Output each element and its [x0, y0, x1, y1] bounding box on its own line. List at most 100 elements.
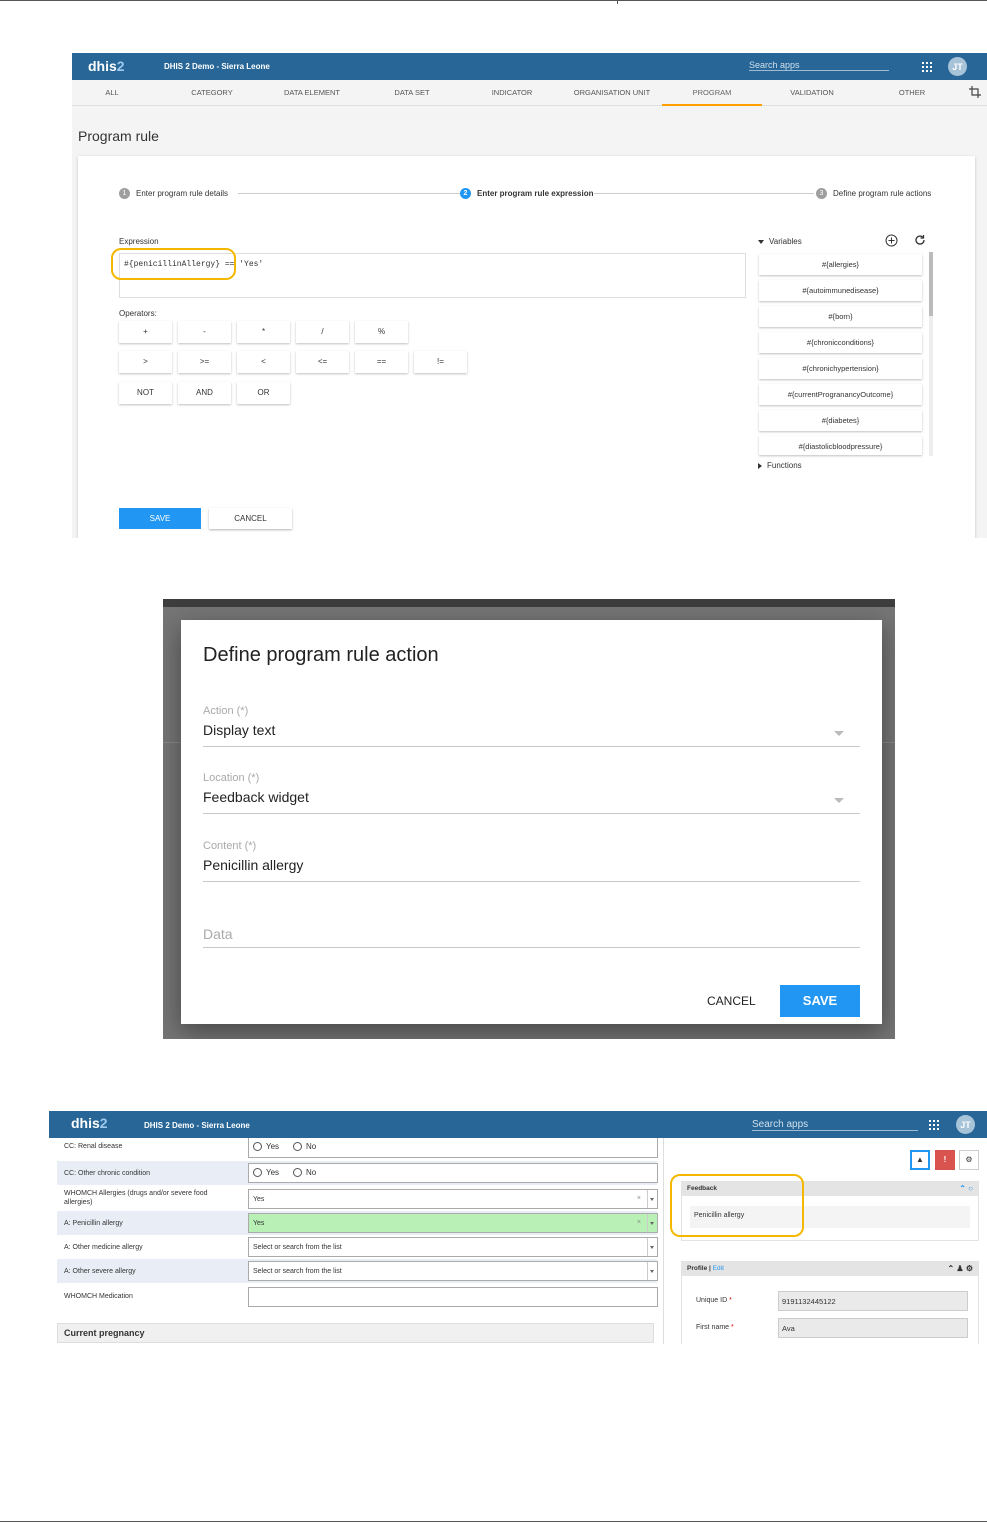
collapse-icon[interactable]: ⌃ ○: [959, 1184, 973, 1193]
maintenance-tabs: ALL CATEGORY DATA ELEMENT DATA SET INDIC…: [72, 80, 987, 106]
step-connector: [238, 193, 460, 194]
caret-right-icon: [758, 462, 762, 469]
tab-validation[interactable]: VALIDATION: [762, 80, 862, 106]
highlight-ring: [670, 1174, 804, 1237]
data-label: Data: [203, 926, 233, 942]
tab-data-element[interactable]: DATA ELEMENT: [262, 80, 362, 106]
variables-label: Variables: [769, 237, 802, 246]
first-name-value[interactable]: Ava: [778, 1318, 968, 1338]
operator-modulo-button[interactable]: %: [355, 321, 408, 343]
data-field[interactable]: Data: [203, 926, 860, 948]
underline: [203, 746, 860, 747]
tab-organisation-unit[interactable]: ORGANISATION UNIT: [562, 80, 662, 106]
alert-icon[interactable]: !: [935, 1150, 955, 1170]
operator-lte-button[interactable]: <=: [296, 351, 349, 373]
refresh-icon[interactable]: [914, 234, 926, 246]
apps-grid-icon[interactable]: [929, 1120, 939, 1130]
operator-gte-button[interactable]: >=: [178, 351, 231, 373]
form-row: A: Penicillin allergy Yes ×: [57, 1211, 658, 1235]
dhis2-logo[interactable]: dhis2: [88, 58, 125, 74]
functions-toggle[interactable]: Functions: [758, 461, 802, 470]
step-1[interactable]: 1 Enter program rule details: [119, 188, 228, 199]
variable-button[interactable]: #{chronichypertension}: [759, 358, 922, 379]
variable-button[interactable]: #{allergies}: [759, 254, 922, 275]
content-field[interactable]: Content (*) Penicillin allergy: [203, 840, 860, 882]
form-row: A: Other medicine allergy Select or sear…: [57, 1235, 658, 1259]
clear-icon: ×: [636, 1219, 641, 1226]
rule-action-dialog-screen: Define program rule action Action (*) Di…: [163, 599, 895, 1039]
operator-gt-button[interactable]: >: [119, 351, 172, 373]
operator-not-button[interactable]: NOT: [119, 382, 172, 404]
instance-title: DHIS 2 Demo - Sierra Leone: [144, 1121, 250, 1130]
step-2[interactable]: 2 Enter program rule expression: [460, 188, 593, 199]
tab-program[interactable]: PROGRAM: [662, 80, 762, 106]
variable-button[interactable]: #{born}: [759, 306, 922, 327]
operator-eq-button[interactable]: ==: [355, 351, 408, 373]
content-value: Penicillin allergy: [203, 857, 304, 873]
pin-icon[interactable]: ▲: [910, 1150, 930, 1170]
search-apps-input[interactable]: Search apps: [752, 1119, 918, 1131]
dropdown-arrow-icon: [650, 1222, 654, 1225]
rule-card: 1 Enter program rule details 2 Enter progr…: [78, 156, 975, 538]
variable-button[interactable]: #{diabetes}: [759, 410, 922, 431]
location-select[interactable]: Location (*) Feedback widget: [203, 772, 860, 814]
profile-row: Unique ID * 9191132445122: [682, 1288, 978, 1315]
operator-multiply-button[interactable]: *: [237, 321, 290, 343]
tab-data-set[interactable]: DATA SET: [362, 80, 462, 106]
dialog-cancel-button[interactable]: CANCEL: [707, 994, 756, 1008]
radio-no[interactable]: No: [293, 1142, 316, 1151]
save-button[interactable]: SAVE: [119, 508, 201, 529]
profile-field-label: First name: [696, 1324, 730, 1331]
unique-id-value[interactable]: 9191132445122: [778, 1291, 968, 1311]
operator-neq-button[interactable]: !=: [414, 351, 467, 373]
radio-yes[interactable]: Yes: [253, 1142, 279, 1151]
penicillin-allergy-select[interactable]: Yes ×: [248, 1213, 658, 1233]
step-3[interactable]: 3 Define program rule actions: [816, 188, 931, 199]
variable-button[interactable]: #{diastolicbloodpressure}: [759, 436, 922, 455]
step-3-label: Define program rule actions: [833, 189, 932, 198]
tab-indicator[interactable]: INDICATOR: [462, 80, 562, 106]
profile-controls-icon[interactable]: ⌃ ♟ ⚙: [948, 1264, 974, 1273]
tab-category[interactable]: CATEGORY: [162, 80, 262, 106]
form-row: A: Other severe allergy Select or search…: [57, 1259, 658, 1283]
user-avatar[interactable]: JT: [948, 57, 967, 76]
variable-button[interactable]: #{currentProgranancyOutcome}: [759, 384, 922, 405]
user-avatar[interactable]: JT: [956, 1115, 975, 1134]
settings-gear-icon[interactable]: ⚙: [959, 1150, 979, 1170]
tab-all[interactable]: ALL: [72, 80, 162, 106]
tab-other[interactable]: OTHER: [862, 80, 962, 106]
other-medicine-allergy-select[interactable]: Select or search from the list: [248, 1237, 658, 1257]
dropdown-arrow-icon: [650, 1198, 654, 1201]
dhis2-logo[interactable]: dhis2: [71, 1115, 108, 1131]
form-row: WHOMCH Medication: [57, 1284, 658, 1320]
medication-input[interactable]: [248, 1287, 658, 1307]
row-label: WHOMCH Medication: [64, 1293, 133, 1300]
operator-minus-button[interactable]: -: [178, 321, 231, 343]
backdrop-bar: [163, 599, 895, 607]
dialog-save-button[interactable]: SAVE: [780, 985, 860, 1017]
underline: [203, 947, 860, 948]
profile-row: First name * Ava: [682, 1315, 978, 1342]
allergies-select[interactable]: Yes ×: [248, 1189, 658, 1209]
operator-and-button[interactable]: AND: [178, 382, 231, 404]
add-circle-icon[interactable]: [885, 234, 898, 247]
action-select[interactable]: Action (*) Display text: [203, 705, 860, 747]
variable-button[interactable]: #{autoimmunedisease}: [759, 280, 922, 301]
variables-scrollbar[interactable]: [929, 252, 933, 456]
operator-plus-button[interactable]: +: [119, 321, 172, 343]
step-3-number: 3: [816, 188, 827, 199]
operator-lt-button[interactable]: <: [237, 351, 290, 373]
section-current-pregnancy[interactable]: Current pregnancy: [57, 1323, 654, 1343]
profile-edit-link[interactable]: Edit: [713, 1265, 724, 1272]
cancel-button[interactable]: CANCEL: [209, 508, 292, 529]
variable-button[interactable]: #{chronicconditions}: [759, 332, 922, 353]
radio-no[interactable]: No: [293, 1168, 316, 1177]
search-apps-input[interactable]: Search apps: [749, 60, 889, 71]
apps-grid-icon[interactable]: [922, 62, 932, 72]
crop-icon[interactable]: [969, 86, 981, 98]
operator-or-button[interactable]: OR: [237, 382, 290, 404]
variables-toggle[interactable]: Variables: [758, 237, 802, 246]
radio-yes[interactable]: Yes: [253, 1168, 279, 1177]
operator-divide-button[interactable]: /: [296, 321, 349, 343]
other-severe-allergy-select[interactable]: Select or search from the list: [248, 1261, 658, 1281]
